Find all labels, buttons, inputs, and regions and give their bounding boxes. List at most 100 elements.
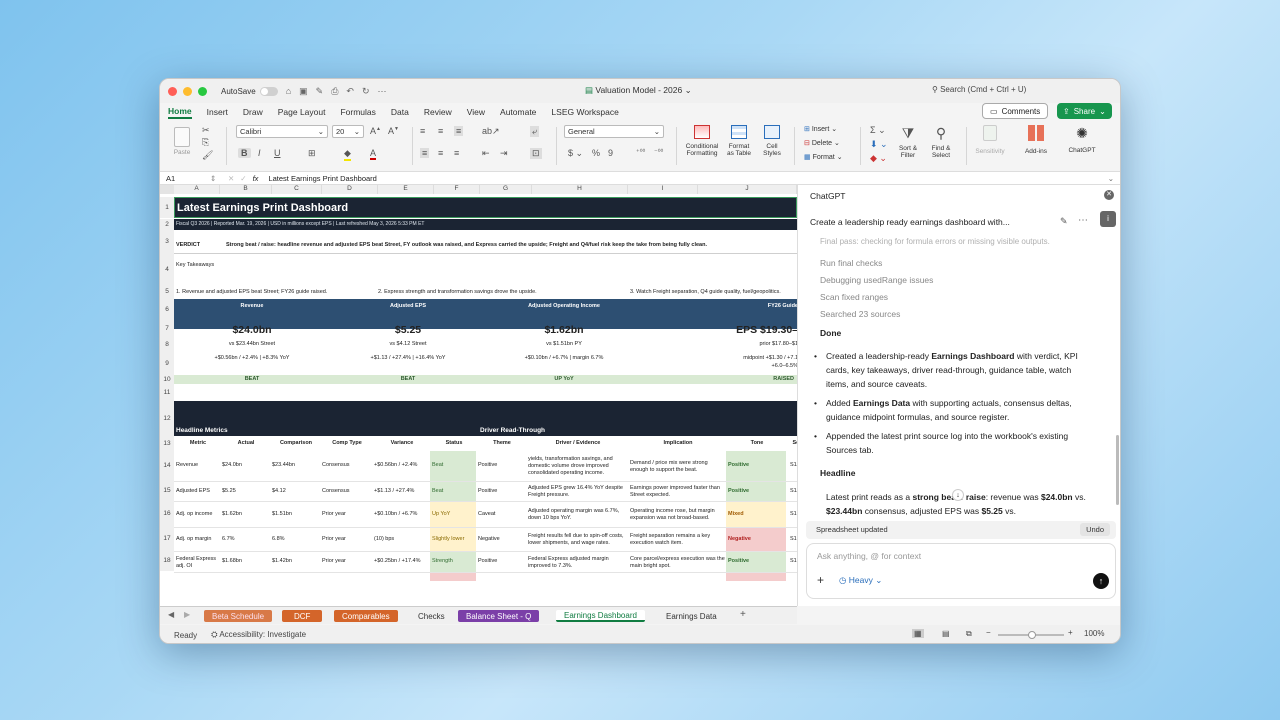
tab-data[interactable]: Data <box>391 107 409 117</box>
takeaway-1[interactable]: 1. Revenue and adjusted EPS beat Street;… <box>176 289 374 295</box>
table-cell[interactable]: $1.62bn <box>222 511 270 517</box>
kpi-value[interactable]: $5.25 <box>330 324 486 336</box>
table-cell[interactable]: Prior year <box>322 558 372 564</box>
kpi-status-tag[interactable]: UP YoY <box>486 376 642 382</box>
kpi-status-tag[interactable]: BEAT <box>174 376 330 382</box>
currency-icon[interactable]: $ ⌄ <box>568 148 583 159</box>
insert-cells-button[interactable]: ⊞ Insert ⌄ <box>804 125 837 133</box>
tab-draw[interactable]: Draw <box>243 107 263 117</box>
kpi-line1[interactable]: vs $23.44bn Street <box>174 341 330 347</box>
row-header[interactable]: 8 <box>160 338 174 352</box>
table-cell[interactable]: Strength <box>432 558 476 564</box>
more-options-icon[interactable]: ⋯ <box>1078 215 1088 226</box>
table-cell[interactable]: Beat <box>432 488 476 494</box>
row-header[interactable]: 4 <box>160 254 174 285</box>
sort-filter-button[interactable]: ⧩ Sort & Filter <box>894 125 922 159</box>
table-cell[interactable]: Adjusted operating margin was 6.7%, down… <box>528 503 628 527</box>
tab-home[interactable]: Home <box>168 106 192 119</box>
kpi-status-tag[interactable]: BEAT <box>330 376 486 382</box>
kpi-value[interactable]: $1.62bn <box>486 324 642 336</box>
enter-icon[interactable]: ✓ <box>240 174 246 183</box>
table-cell[interactable]: Earnings power improved faster than Stre… <box>630 483 726 501</box>
table-header[interactable]: Comp Type <box>322 440 372 446</box>
table-cell[interactable]: $4.12 <box>272 488 320 494</box>
row-header[interactable]: 14 <box>160 450 174 481</box>
table-cell[interactable]: Operating income rose, but margin expans… <box>630 503 726 527</box>
kpi-line2[interactable]: +$1.13 / +27.4% | +16.4% YoY <box>330 355 486 361</box>
sensitivity-button[interactable]: Sensitivity <box>972 125 1008 155</box>
undo-button[interactable]: Undo <box>1080 523 1110 536</box>
table-cell[interactable]: yields, transformation savings, and dome… <box>528 452 628 481</box>
tab-formulas[interactable]: Formulas <box>340 107 375 117</box>
tab-page-layout[interactable]: Page Layout <box>278 107 326 117</box>
table-cell[interactable]: +$0.10bn / +6.7% <box>374 511 430 517</box>
table-cell[interactable]: Negative <box>478 536 526 542</box>
cut-icon[interactable]: ✂ <box>202 125 210 136</box>
column-header[interactable]: I <box>628 185 698 194</box>
conditional-formatting-button[interactable]: Conditional Formatting <box>682 125 722 157</box>
kpi-line1[interactable]: prior $17.80–$1 <box>642 341 797 347</box>
comments-button[interactable]: ▭ Comments <box>982 103 1049 119</box>
column-header[interactable]: C <box>272 185 322 194</box>
add-ins-button[interactable]: Add-ins <box>1022 125 1050 155</box>
borders-icon[interactable]: ⊞ <box>308 148 316 159</box>
table-cell[interactable]: S1 <box>790 511 797 517</box>
sheet-tab-balance-sheet-q[interactable]: Balance Sheet - Q <box>458 610 540 622</box>
page-layout-icon[interactable]: ▤ <box>942 629 950 638</box>
row-header[interactable]: 11 <box>160 385 174 401</box>
table-cell[interactable]: $1.68bn <box>222 558 270 564</box>
column-header[interactable]: J <box>698 185 797 194</box>
takeaway-2[interactable]: 2. Express strength and transformation s… <box>378 289 630 295</box>
dashboard-title[interactable]: Latest Earnings Print Dashboard <box>177 202 348 214</box>
delete-cells-button[interactable]: ⊟ Delete ⌄ <box>804 139 840 147</box>
window-title[interactable]: ▤ Valuation Model - 2026 ⌄ <box>585 85 692 96</box>
table-cell[interactable]: Prior year <box>322 511 372 517</box>
sheet-tab-dcf[interactable]: DCF <box>282 610 323 622</box>
zoom-in-icon[interactable]: + <box>1068 628 1073 637</box>
search-box[interactable]: ⚲ Search (Cmd + Ctrl + U) <box>932 85 1026 94</box>
edit-thread-icon[interactable]: ✎ <box>1060 216 1068 227</box>
column-header[interactable]: D <box>322 185 378 194</box>
row-header[interactable]: 16 <box>160 501 174 527</box>
cell-styles-button[interactable]: Cell Styles <box>758 125 786 157</box>
underline-icon[interactable]: U <box>274 148 281 158</box>
table-cell[interactable]: Positive <box>478 558 526 564</box>
comma-style-icon[interactable]: 9 <box>608 148 613 158</box>
table-cell[interactable]: +$0.56bn / +2.4% <box>374 462 430 468</box>
sheet-tab-earnings-data[interactable]: Earnings Data <box>658 610 725 622</box>
font-name-select[interactable]: Calibri ⌄ <box>236 125 328 138</box>
table-cell[interactable]: Caveat <box>478 511 526 517</box>
table-cell[interactable]: Adjusted EPS <box>176 488 220 494</box>
merge-center-icon[interactable]: ⊡ <box>530 148 542 159</box>
table-cell[interactable]: $1.51bn <box>272 511 320 517</box>
row-header[interactable]: 6 <box>160 299 174 320</box>
takeaway-3[interactable]: 3. Watch Freight separation, Q4 guide qu… <box>630 289 796 295</box>
orientation-icon[interactable]: ab↗ <box>482 126 500 137</box>
table-cell[interactable]: $5.25 <box>222 488 270 494</box>
zoom-window-button[interactable] <box>198 86 207 96</box>
kpi-label[interactable]: Adjusted EPS <box>330 303 486 309</box>
table-cell[interactable]: Positive <box>728 488 786 494</box>
mode-selector[interactable]: ◷ Heavy ⌄ <box>839 575 882 586</box>
table-cell[interactable]: Adj. op income <box>176 511 220 517</box>
font-size-select[interactable]: 20 ⌄ <box>332 125 364 138</box>
table-header[interactable]: So <box>790 440 797 446</box>
percent-icon[interactable]: % <box>592 148 600 158</box>
table-cell[interactable]: Federal Express adj. OI <box>176 553 220 572</box>
accessibility-status[interactable]: ⛭ Accessibility: Investigate <box>211 630 306 640</box>
table-header[interactable]: Actual <box>222 440 270 446</box>
spreadsheet-grid[interactable]: ABCDEFGHIJ 1 2 3 4 5 6 7 8 9 10 11 12 13 14 15 16 17 18 L… <box>160 185 797 606</box>
info-icon[interactable]: i <box>1100 211 1116 227</box>
zoom-slider-thumb[interactable] <box>1028 631 1036 639</box>
row-header[interactable]: 13 <box>160 437 174 450</box>
table-header[interactable]: Implication <box>630 440 726 446</box>
close-panel-icon[interactable]: ✕ <box>1104 190 1114 200</box>
table-cell[interactable]: Demand / price mix were strong enough to… <box>630 452 726 481</box>
bold-icon[interactable]: B <box>238 148 251 158</box>
increase-indent-icon[interactable]: ⇥ <box>500 148 508 159</box>
table-cell[interactable]: Positive <box>478 462 526 468</box>
chat-scrollbar[interactable] <box>1116 435 1119 505</box>
align-bottom-icon[interactable]: ≡ <box>454 126 464 136</box>
sheet-tab-comparables[interactable]: Comparables <box>334 610 398 622</box>
table-header[interactable]: Metric <box>176 440 220 446</box>
